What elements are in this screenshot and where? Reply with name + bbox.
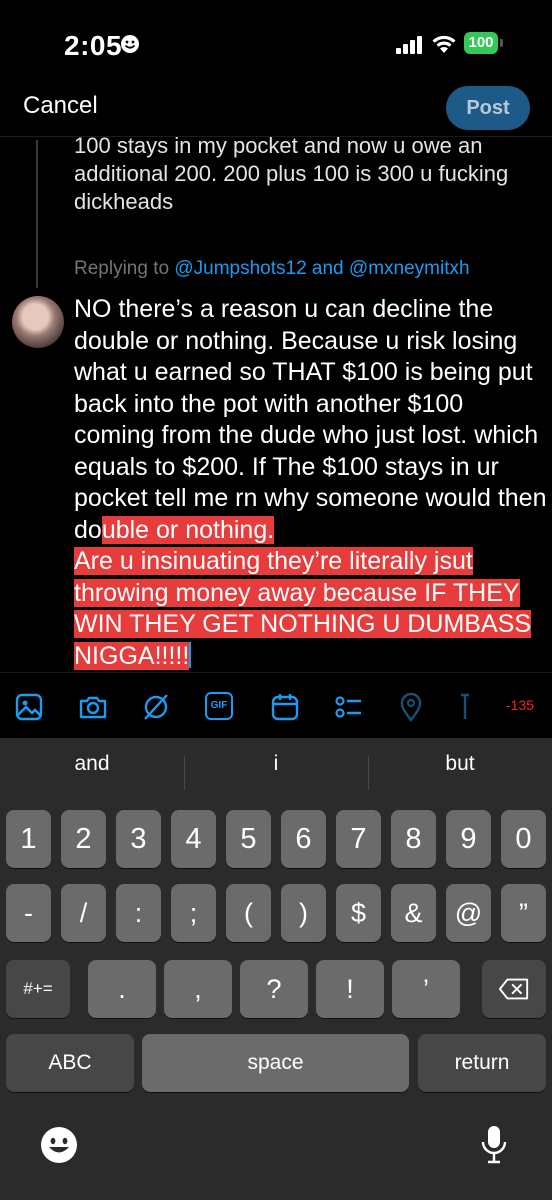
emoji-icon[interactable] [40,1126,78,1164]
compose-text-unselected: NO there’s a reason u can decline the do… [74,295,547,544]
key-7[interactable]: 7 [336,810,381,868]
backspace-icon [498,978,529,1000]
status-time: 2:05 [64,30,123,61]
cellular-signal-icon [396,36,422,54]
key-open-paren[interactable]: ( [226,884,271,942]
key-4[interactable]: 4 [171,810,216,868]
key-quote[interactable]: ” [501,884,546,942]
suggestion-divider [368,756,369,790]
mention-mxneymitxh[interactable]: @mxneymitxh [349,258,470,279]
replying-and-word: and [311,258,344,279]
key-ampersand[interactable]: & [391,884,436,942]
mention-jumpshots12[interactable]: @Jumpshots12 [174,258,306,279]
battery-level: 100 [464,32,498,54]
gif-icon[interactable]: GIF [205,692,233,720]
cancel-button[interactable]: Cancel [23,92,98,120]
suggestion-3[interactable]: but [380,752,540,776]
toolbar-divider [0,672,552,673]
key-comma[interactable]: , [164,960,232,1018]
key-0[interactable]: 0 [501,810,546,868]
return-key[interactable]: return [418,1034,546,1092]
more-symbols-key[interactable]: #+= [6,960,70,1018]
key-2[interactable]: 2 [61,810,106,868]
poll-icon[interactable] [333,692,363,722]
camera-icon[interactable] [78,692,108,722]
key-6[interactable]: 6 [281,810,326,868]
avatar [12,296,64,348]
wifi-icon [432,35,456,53]
smiley-focus-icon [121,35,139,53]
battery-icon: 100 [464,32,504,56]
thread-connector-line [36,140,38,288]
abc-key[interactable]: ABC [6,1034,134,1092]
suggestion-divider [184,756,185,790]
key-at[interactable]: @ [446,884,491,942]
key-period[interactable]: . [88,960,156,1018]
replying-to-line[interactable]: Replying to @Jumpshots12 and @mxneymitxh [74,258,470,280]
text-cursor [189,641,192,668]
key-slash[interactable]: / [61,884,106,942]
image-icon[interactable] [14,692,44,722]
space-key[interactable]: space [142,1034,409,1092]
status-bar: 2:05 100 [0,0,552,90]
location-icon[interactable] [396,692,426,722]
key-exclamation[interactable]: ! [316,960,384,1018]
key-close-paren[interactable]: ) [281,884,326,942]
key-3[interactable]: 3 [116,810,161,868]
key-colon[interactable]: : [116,884,161,942]
key-8[interactable]: 8 [391,810,436,868]
compose-text-selection-part1[interactable]: uble or nothing. [101,515,275,544]
key-apostrophe[interactable]: ’ [392,960,460,1018]
compose-text-area[interactable]: NO there’s a reason u can decline the do… [74,294,550,672]
key-9[interactable]: 9 [446,810,491,868]
battery-nub [500,39,503,47]
suggestion-2[interactable]: i [196,752,356,776]
delete-key[interactable] [482,960,546,1018]
microphone-icon[interactable] [480,1124,508,1166]
key-dollar[interactable]: $ [336,884,381,942]
suggestion-1[interactable]: and [12,752,172,776]
key-5[interactable]: 5 [226,810,271,868]
replying-to-label: Replying to [74,258,170,279]
character-counter: -135 [506,697,535,713]
thread-icon[interactable] [458,692,472,722]
key-question[interactable]: ? [240,960,308,1018]
key-semicolon[interactable]: ; [171,884,216,942]
key-hyphen[interactable]: - [6,884,51,942]
schedule-icon[interactable] [270,692,300,722]
post-button[interactable]: Post [446,86,530,130]
compose-text-selection-part2[interactable]: Are u insinuating they’re literally jsut… [74,547,531,670]
key-1[interactable]: 1 [6,810,51,868]
grok-icon[interactable] [141,692,171,722]
parent-tweet-text: 100 stays in my pocket and now u owe an … [74,133,509,214]
